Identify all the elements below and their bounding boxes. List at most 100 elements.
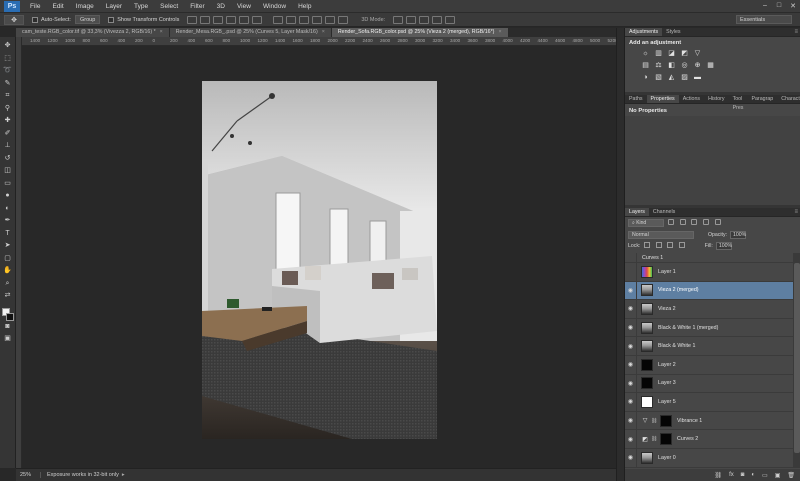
show-transform-checkbox[interactable]: Show Transform Controls bbox=[108, 16, 179, 23]
layer-visibility-toggle[interactable]: ◉ bbox=[625, 411, 637, 430]
tab-styles[interactable]: Styles bbox=[662, 28, 684, 36]
mask-link-icon[interactable]: ⛓ bbox=[651, 436, 657, 442]
layer-kind-filter[interactable]: ⌕ Kind bbox=[628, 219, 664, 227]
color-swatches[interactable] bbox=[1, 307, 14, 322]
adjustment-icon[interactable]: ◐ bbox=[751, 472, 755, 478]
canvas-area[interactable] bbox=[22, 46, 616, 468]
hand-tool-icon[interactable]: ✋ bbox=[2, 266, 13, 275]
mask-link-icon[interactable]: ⛓ bbox=[651, 418, 657, 424]
layer-visibility-toggle[interactable]: ◉ bbox=[625, 318, 637, 337]
color-balance-icon[interactable]: ⚖ bbox=[654, 62, 663, 70]
brush-tool-icon[interactable]: ✐ bbox=[2, 129, 13, 138]
layer-row[interactable]: ◉ Black & White 1 bbox=[625, 337, 793, 356]
lock-transparent-icon[interactable] bbox=[644, 241, 651, 248]
menu-view[interactable]: View bbox=[231, 0, 257, 13]
healing-brush-tool-icon[interactable]: ✚ bbox=[2, 116, 13, 125]
menu-file[interactable]: File bbox=[24, 0, 46, 13]
menu-select[interactable]: Select bbox=[154, 0, 184, 13]
path-select-tool-icon[interactable]: ➤ bbox=[2, 241, 13, 250]
align-right-icon[interactable] bbox=[252, 15, 263, 24]
layer-row[interactable]: ◉ ◩ ⛓ Curves 2 bbox=[625, 430, 793, 449]
layer-visibility-toggle[interactable]: ◉ bbox=[625, 281, 637, 300]
3d-pan-icon[interactable] bbox=[419, 15, 430, 24]
selective-color-icon[interactable]: ▨ bbox=[680, 74, 689, 82]
3d-scale-icon[interactable] bbox=[445, 15, 456, 24]
layer-visibility-toggle[interactable]: ◉ bbox=[625, 430, 637, 449]
default-colors-icon[interactable]: ⇄ bbox=[2, 291, 13, 300]
doc-tab-render-sofa[interactable]: Render_Sofa.RGB_color.psd @ 25% (Vieza 2… bbox=[331, 28, 509, 37]
dodge-tool-icon[interactable]: ◐ bbox=[2, 204, 13, 213]
lock-image-icon[interactable] bbox=[655, 241, 662, 248]
workspace-switcher[interactable]: Essentials bbox=[736, 15, 792, 24]
layer-row[interactable]: Curves 1 bbox=[625, 253, 793, 267]
auto-select-dropdown[interactable]: Group bbox=[74, 15, 101, 24]
tab-history[interactable]: History bbox=[704, 95, 728, 103]
align-hcenter-icon[interactable] bbox=[239, 15, 250, 24]
distribute-left-icon[interactable] bbox=[312, 15, 323, 24]
layer-row[interactable]: ◉ Layer 5 bbox=[625, 392, 793, 412]
menu-layer[interactable]: Layer bbox=[100, 0, 128, 13]
blur-tool-icon[interactable]: ● bbox=[2, 191, 13, 200]
folder-icon[interactable]: ▭ bbox=[762, 472, 768, 479]
move-tool-preset-icon[interactable]: ✥ bbox=[4, 14, 24, 25]
levels-icon[interactable]: ▥ bbox=[654, 50, 663, 58]
type-filter-icon[interactable] bbox=[691, 219, 698, 225]
menu-type[interactable]: Type bbox=[128, 0, 154, 13]
maximize-button[interactable]: □ bbox=[772, 2, 786, 10]
panel-menu-icon[interactable]: ≡ bbox=[794, 28, 800, 36]
layer-row[interactable]: ◉ Black & White 1 (merged) bbox=[625, 318, 793, 338]
distribute-top-icon[interactable] bbox=[273, 15, 284, 24]
gradient-tool-icon[interactable]: ▭ bbox=[2, 179, 13, 188]
tab-actions[interactable]: Actions bbox=[679, 95, 704, 103]
distribute-hcenter-icon[interactable] bbox=[325, 15, 336, 24]
layer-row[interactable]: ◉ Layer 0 bbox=[625, 448, 793, 468]
fx-icon[interactable]: fx bbox=[729, 472, 734, 478]
align-left-icon[interactable] bbox=[226, 15, 237, 24]
scrollbar-thumb[interactable] bbox=[794, 263, 800, 453]
blend-mode-select[interactable]: Normal bbox=[628, 230, 694, 239]
invert-icon[interactable]: ◑ bbox=[641, 74, 650, 82]
black-white-icon[interactable]: ◧ bbox=[667, 62, 676, 70]
shape-tool-icon[interactable]: ▢ bbox=[2, 254, 13, 263]
quick-select-tool-icon[interactable]: ✎ bbox=[2, 79, 13, 88]
close-tab-icon[interactable]: × bbox=[498, 29, 501, 35]
3d-slide-icon[interactable] bbox=[432, 15, 443, 24]
align-top-icon[interactable] bbox=[187, 15, 198, 24]
vibrance-icon[interactable]: ▽ bbox=[693, 50, 702, 58]
layer-visibility-toggle[interactable]: ◉ bbox=[625, 355, 637, 374]
layer-visibility-toggle[interactable]: ◉ bbox=[625, 337, 637, 356]
adjustment-filter-icon[interactable] bbox=[679, 219, 686, 225]
align-bottom-icon[interactable] bbox=[213, 15, 224, 24]
smart-object-filter-icon[interactable] bbox=[714, 219, 721, 225]
layer-row[interactable]: ◉ Layer 3 bbox=[625, 374, 793, 394]
close-tab-icon[interactable]: × bbox=[160, 29, 163, 35]
eraser-tool-icon[interactable]: ◫ bbox=[2, 166, 13, 175]
background-color-swatch[interactable] bbox=[5, 312, 14, 321]
lasso-tool-icon[interactable]: ➰ bbox=[2, 66, 13, 75]
layer-list[interactable]: Curves 1 Layer 1 ◉ Vieza 2 (merged) ◉ Vieza 2… bbox=[625, 253, 793, 468]
distribute-vcenter-icon[interactable] bbox=[286, 15, 297, 24]
mask-icon[interactable]: ◙ bbox=[741, 472, 745, 478]
screen-mode-icon[interactable]: ▣ bbox=[2, 334, 13, 343]
doc-tab-cam-teste[interactable]: cam_teste.RGB_color.tif @ 33,3% (Vivezza… bbox=[16, 28, 170, 37]
new-layer-icon[interactable]: ▣ bbox=[775, 472, 781, 479]
tab-channels[interactable]: Channels bbox=[649, 208, 679, 216]
link-icon[interactable]: ⛓ bbox=[714, 472, 722, 479]
posterize-icon[interactable]: ▧ bbox=[654, 74, 663, 82]
layer-row[interactable]: Layer 1 bbox=[625, 262, 793, 282]
menu-edit[interactable]: Edit bbox=[46, 0, 69, 13]
layer-row[interactable]: ◉ Vieza 2 (merged) bbox=[625, 281, 793, 301]
menu-3d[interactable]: 3D bbox=[211, 0, 231, 13]
clone-stamp-tool-icon[interactable]: ⊥ bbox=[2, 141, 13, 150]
tab-adjustments[interactable]: Adjustments bbox=[625, 28, 663, 36]
menu-filter[interactable]: Filter bbox=[184, 0, 210, 13]
distribute-bottom-icon[interactable] bbox=[299, 15, 310, 24]
3d-rotate-icon[interactable] bbox=[393, 15, 404, 24]
tab-character[interactable]: Character bbox=[777, 95, 800, 103]
align-vcenter-icon[interactable] bbox=[200, 15, 211, 24]
layer-row[interactable]: ◉ Vieza 2 bbox=[625, 299, 793, 319]
exposure-icon[interactable]: ◩ bbox=[680, 50, 689, 58]
channel-mixer-icon[interactable]: ⊕ bbox=[693, 62, 702, 70]
zoom-level[interactable]: 25% bbox=[16, 472, 40, 478]
layer-visibility-toggle[interactable]: ◉ bbox=[625, 448, 637, 467]
